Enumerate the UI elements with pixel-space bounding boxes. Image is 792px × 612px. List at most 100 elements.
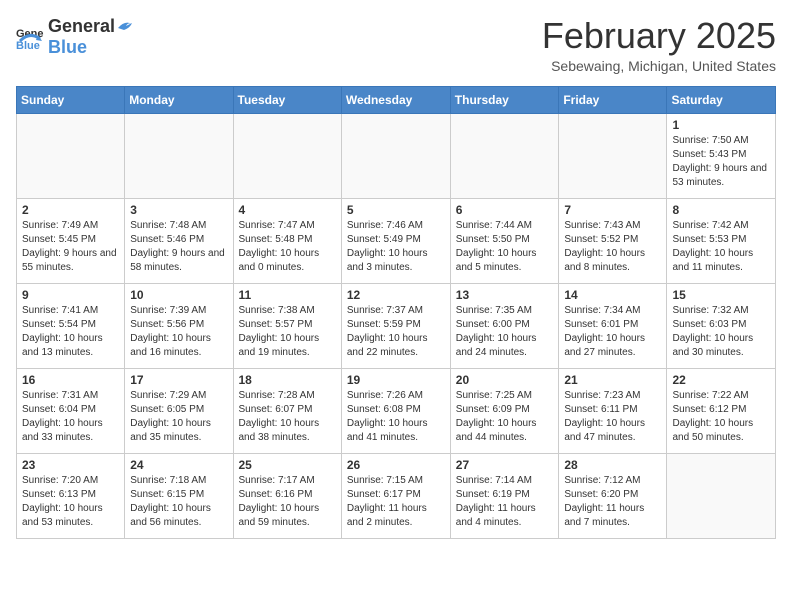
calendar-cell: 21 Sunrise: 7:23 AMSunset: 6:11 PMDayligh… (559, 368, 667, 453)
day-number: 23 (22, 458, 119, 472)
day-number: 5 (347, 203, 445, 217)
calendar-cell (450, 113, 559, 198)
day-number: 8 (672, 203, 770, 217)
calendar-cell (125, 113, 233, 198)
day-info: Sunrise: 7:32 AMSunset: 6:03 PMDaylight:… (672, 304, 770, 360)
day-info: Sunrise: 7:50 AMSunset: 5:43 PMDaylight:… (672, 134, 770, 190)
column-header-wednesday: Wednesday (341, 86, 450, 113)
calendar-subtitle: Sebewaing, Michigan, United States (542, 58, 776, 74)
calendar-cell: 13Sunrise: 7:35 AMSunset: 6:00 PMDayligh… (450, 283, 559, 368)
calendar-cell: 19 Sunrise: 7:26 AMSunset: 6:08 PMDayligh… (341, 368, 450, 453)
day-number: 26 (347, 458, 445, 472)
calendar-cell: 25Sunrise: 7:17 AMSunset: 6:16 PMDayligh… (233, 453, 341, 538)
calendar-cell: 1 Sunrise: 7:50 AMSunset: 5:43 PMDaylight… (667, 113, 776, 198)
day-info: Sunrise: 7:28 AMSunset: 6:07 PMDaylight:… (239, 389, 336, 445)
day-number: 2 (22, 203, 119, 217)
week-row-4: 16 Sunrise: 7:31 AMSunset: 6:04 PMDayligh… (17, 368, 776, 453)
day-number: 10 (130, 288, 227, 302)
calendar-cell: 9Sunrise: 7:41 AMSunset: 5:54 PMDaylight… (17, 283, 125, 368)
calendar-cell: 22Sunrise: 7:22 AMSunset: 6:12 PMDayligh… (667, 368, 776, 453)
day-info: Sunrise: 7:15 AMSunset: 6:17 PMDaylight:… (347, 474, 445, 530)
calendar-cell: 15 Sunrise: 7:32 AMSunset: 6:03 PMDayligh… (667, 283, 776, 368)
day-info: Sunrise: 7:17 AMSunset: 6:16 PMDaylight:… (239, 474, 336, 530)
calendar-cell: 11 Sunrise: 7:38 AMSunset: 5:57 PMDayligh… (233, 283, 341, 368)
column-header-thursday: Thursday (450, 86, 559, 113)
calendar-cell: 17Sunrise: 7:29 AMSunset: 6:05 PMDayligh… (125, 368, 233, 453)
calendar-cell (17, 113, 125, 198)
day-info: Sunrise: 7:38 AMSunset: 5:57 PMDaylight:… (239, 304, 336, 360)
day-number: 20 (456, 373, 554, 387)
day-info: Sunrise: 7:39 AMSunset: 5:56 PMDaylight:… (130, 304, 227, 360)
title-block: February 2025 Sebewaing, Michigan, Unite… (542, 16, 776, 74)
column-header-monday: Monday (125, 86, 233, 113)
week-row-5: 23 Sunrise: 7:20 AMSunset: 6:13 PMDayligh… (17, 453, 776, 538)
day-number: 1 (672, 118, 770, 132)
day-number: 21 (564, 373, 661, 387)
calendar-header-row: SundayMondayTuesdayWednesdayThursdayFrid… (17, 86, 776, 113)
day-info: Sunrise: 7:20 AMSunset: 6:13 PMDaylight:… (22, 474, 119, 530)
calendar-cell (559, 113, 667, 198)
calendar-cell: 20Sunrise: 7:25 AMSunset: 6:09 PMDayligh… (450, 368, 559, 453)
calendar-cell (233, 113, 341, 198)
calendar-cell (341, 113, 450, 198)
calendar-cell: 7 Sunrise: 7:43 AMSunset: 5:52 PMDaylight… (559, 198, 667, 283)
day-number: 4 (239, 203, 336, 217)
day-info: Sunrise: 7:43 AMSunset: 5:52 PMDaylight:… (564, 219, 661, 275)
calendar-cell: 16 Sunrise: 7:31 AMSunset: 6:04 PMDayligh… (17, 368, 125, 453)
week-row-2: 2 Sunrise: 7:49 AMSunset: 5:45 PMDaylight… (17, 198, 776, 283)
day-number: 17 (130, 373, 227, 387)
calendar-cell (667, 453, 776, 538)
column-header-saturday: Saturday (667, 86, 776, 113)
day-info: Sunrise: 7:35 AMSunset: 6:00 PMDaylight:… (456, 304, 554, 360)
svg-text:Blue: Blue (16, 40, 40, 51)
calendar-cell: 28 Sunrise: 7:12 AMSunset: 6:20 PMDayligh… (559, 453, 667, 538)
day-number: 27 (456, 458, 554, 472)
calendar-cell: 3 Sunrise: 7:48 AMSunset: 5:46 PMDaylight… (125, 198, 233, 283)
day-number: 18 (239, 373, 336, 387)
day-info: Sunrise: 7:42 AMSunset: 5:53 PMDaylight:… (672, 219, 770, 275)
calendar-cell: 10 Sunrise: 7:39 AMSunset: 5:56 PMDayligh… (125, 283, 233, 368)
column-header-friday: Friday (559, 86, 667, 113)
week-row-3: 9Sunrise: 7:41 AMSunset: 5:54 PMDaylight… (17, 283, 776, 368)
logo-text-blue: Blue (48, 37, 134, 58)
day-number: 28 (564, 458, 661, 472)
calendar-cell: 4 Sunrise: 7:47 AMSunset: 5:48 PMDaylight… (233, 198, 341, 283)
calendar-cell: 6 Sunrise: 7:44 AMSunset: 5:50 PMDaylight… (450, 198, 559, 283)
calendar-cell: 23 Sunrise: 7:20 AMSunset: 6:13 PMDayligh… (17, 453, 125, 538)
logo-bird-icon (116, 16, 134, 32)
day-number: 24 (130, 458, 227, 472)
calendar-cell: 5 Sunrise: 7:46 AMSunset: 5:49 PMDaylight… (341, 198, 450, 283)
day-info: Sunrise: 7:46 AMSunset: 5:49 PMDaylight:… (347, 219, 445, 275)
day-info: Sunrise: 7:41 AMSunset: 5:54 PMDaylight:… (22, 304, 119, 360)
day-number: 16 (22, 373, 119, 387)
day-number: 11 (239, 288, 336, 302)
calendar-cell: 18 Sunrise: 7:28 AMSunset: 6:07 PMDayligh… (233, 368, 341, 453)
day-info: Sunrise: 7:31 AMSunset: 6:04 PMDaylight:… (22, 389, 119, 445)
day-info: Sunrise: 7:23 AMSunset: 6:11 PMDaylight:… (564, 389, 661, 445)
day-info: Sunrise: 7:49 AMSunset: 5:45 PMDaylight:… (22, 219, 119, 275)
day-info: Sunrise: 7:47 AMSunset: 5:48 PMDaylight:… (239, 219, 336, 275)
logo-icon: General Blue (16, 23, 44, 51)
calendar-cell: 27 Sunrise: 7:14 AMSunset: 6:19 PMDayligh… (450, 453, 559, 538)
column-header-tuesday: Tuesday (233, 86, 341, 113)
calendar-cell: 26 Sunrise: 7:15 AMSunset: 6:17 PMDayligh… (341, 453, 450, 538)
day-number: 6 (456, 203, 554, 217)
day-info: Sunrise: 7:34 AMSunset: 6:01 PMDaylight:… (564, 304, 661, 360)
day-info: Sunrise: 7:26 AMSunset: 6:08 PMDaylight:… (347, 389, 445, 445)
day-number: 15 (672, 288, 770, 302)
day-info: Sunrise: 7:18 AMSunset: 6:15 PMDaylight:… (130, 474, 227, 530)
calendar-cell: 2 Sunrise: 7:49 AMSunset: 5:45 PMDaylight… (17, 198, 125, 283)
column-header-sunday: Sunday (17, 86, 125, 113)
day-number: 7 (564, 203, 661, 217)
day-number: 22 (672, 373, 770, 387)
day-number: 19 (347, 373, 445, 387)
calendar-cell: 14Sunrise: 7:34 AMSunset: 6:01 PMDayligh… (559, 283, 667, 368)
day-info: Sunrise: 7:14 AMSunset: 6:19 PMDaylight:… (456, 474, 554, 530)
calendar-cell: 12Sunrise: 7:37 AMSunset: 5:59 PMDayligh… (341, 283, 450, 368)
calendar-cell: 24 Sunrise: 7:18 AMSunset: 6:15 PMDayligh… (125, 453, 233, 538)
day-info: Sunrise: 7:44 AMSunset: 5:50 PMDaylight:… (456, 219, 554, 275)
day-number: 3 (130, 203, 227, 217)
calendar-cell: 8 Sunrise: 7:42 AMSunset: 5:53 PMDaylight… (667, 198, 776, 283)
day-info: Sunrise: 7:48 AMSunset: 5:46 PMDaylight:… (130, 219, 227, 275)
day-info: Sunrise: 7:12 AMSunset: 6:20 PMDaylight:… (564, 474, 661, 530)
